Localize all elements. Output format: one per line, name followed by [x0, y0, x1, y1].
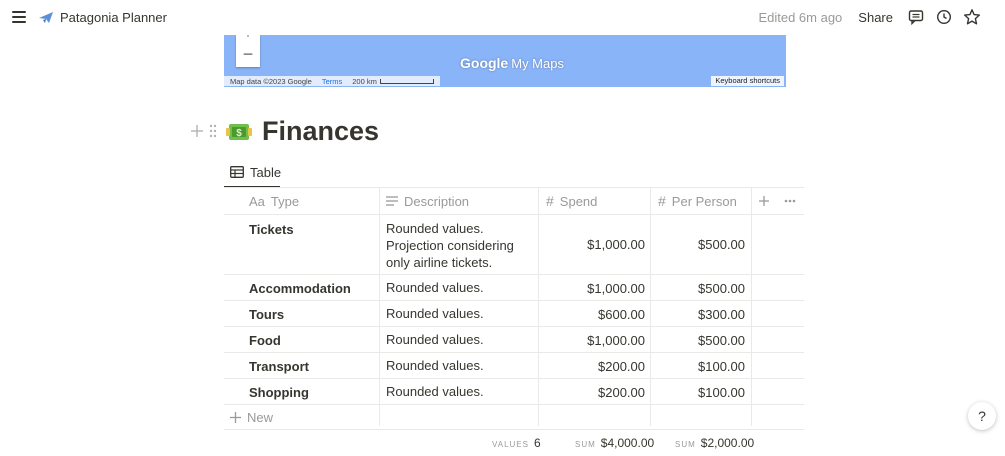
- cell-description[interactable]: Rounded values.: [386, 331, 531, 348]
- embedded-map[interactable]: + − Google My Maps Map data ©2023 Google…: [224, 35, 786, 87]
- breadcrumb[interactable]: Patagonia Planner: [38, 8, 167, 26]
- page-name: Patagonia Planner: [60, 9, 167, 25]
- zoom-in-icon[interactable]: +: [236, 35, 260, 41]
- cell-spend[interactable]: $1,000.00: [539, 333, 645, 348]
- add-property-icon[interactable]: [759, 188, 769, 214]
- cell-description[interactable]: Rounded values.: [386, 383, 531, 400]
- cell-spend[interactable]: $1,000.00: [539, 237, 645, 252]
- calc-per-person-sum[interactable]: SUM $2,000.00: [675, 436, 754, 450]
- cell-type[interactable]: Food: [249, 333, 281, 348]
- new-row-button[interactable]: New: [224, 405, 804, 430]
- text-lines-icon: [386, 196, 398, 206]
- keyboard-shortcuts-link[interactable]: Keyboard shortcuts: [711, 76, 784, 86]
- cell-per-person[interactable]: $500.00: [651, 237, 745, 252]
- page-heading: $ Finances: [226, 116, 379, 147]
- cell-spend[interactable]: $200.00: [539, 359, 645, 374]
- table-row[interactable]: Tickets Rounded values. Projection consi…: [224, 215, 804, 275]
- topbar-tools: Edited 6m ago Share: [758, 0, 1005, 34]
- text-type-icon: Aa: [249, 193, 265, 209]
- cell-description[interactable]: Rounded values.: [386, 279, 531, 296]
- cell-type[interactable]: Transport: [249, 359, 309, 374]
- view-tabs: Table: [224, 160, 287, 188]
- google-my-maps-logo: Google My Maps: [460, 55, 564, 71]
- cell-type[interactable]: Tickets: [249, 222, 294, 237]
- cell-type[interactable]: Tours: [249, 307, 284, 322]
- column-header-per-person[interactable]: # Per Person: [658, 188, 737, 214]
- number-hash-icon: #: [546, 193, 554, 209]
- share-button[interactable]: Share: [858, 10, 893, 25]
- drag-handle-icon[interactable]: [209, 124, 217, 138]
- cell-description[interactable]: Rounded values.: [386, 357, 531, 374]
- tab-label: Table: [250, 164, 282, 180]
- cell-per-person[interactable]: $100.00: [651, 359, 745, 374]
- table-row[interactable]: Food Rounded values. $1,000.00 $500.00: [224, 327, 804, 353]
- cell-per-person[interactable]: $500.00: [651, 333, 745, 348]
- history-clock-icon[interactable]: [933, 6, 955, 28]
- new-row-label: New: [247, 409, 274, 425]
- page-title[interactable]: Finances: [262, 116, 379, 147]
- cell-spend[interactable]: $1,000.00: [539, 281, 645, 296]
- money-with-wings-icon: $: [226, 123, 252, 140]
- map-data-credit: Map data ©2023 Google: [230, 76, 312, 86]
- cell-per-person[interactable]: $100.00: [651, 385, 745, 400]
- column-header-description[interactable]: Description: [386, 188, 469, 214]
- map-scale: 200 km: [352, 77, 434, 86]
- help-button[interactable]: ?: [968, 402, 996, 430]
- svg-text:$: $: [236, 128, 242, 139]
- tab-table[interactable]: Table: [224, 160, 287, 184]
- calc-spend-sum[interactable]: SUM $4,000.00: [575, 436, 654, 450]
- table-icon: [230, 166, 244, 178]
- calculation-row: VALUES 6 SUM $4,000.00 SUM $2,000.00: [224, 430, 804, 456]
- comments-icon[interactable]: [905, 6, 927, 28]
- airplane-icon: [39, 12, 53, 23]
- table-header: Aa Type Description # Spend # Per Person: [224, 187, 804, 215]
- edited-status: Edited 6m ago: [758, 9, 843, 25]
- map-zoom-controls: + −: [236, 35, 260, 67]
- plus-icon: [230, 411, 241, 423]
- finances-table: Aa Type Description # Spend # Per Person…: [224, 187, 804, 456]
- add-block-icon[interactable]: [191, 124, 203, 138]
- column-divider: [379, 187, 380, 426]
- column-divider: [751, 187, 752, 426]
- cell-spend[interactable]: $600.00: [539, 307, 645, 322]
- column-divider: [650, 187, 651, 426]
- cell-description[interactable]: Rounded values. Projection considering o…: [386, 220, 531, 271]
- menu-icon[interactable]: [9, 7, 29, 27]
- zoom-out-icon[interactable]: −: [236, 45, 260, 63]
- cell-type[interactable]: Accommodation: [249, 281, 351, 296]
- table-row[interactable]: Accommodation Rounded values. $1,000.00 …: [224, 275, 804, 301]
- column-divider: [538, 187, 539, 426]
- favorite-star-icon[interactable]: [961, 6, 983, 28]
- calc-values-count[interactable]: VALUES 6: [492, 436, 541, 450]
- column-header-spend[interactable]: # Spend: [546, 188, 597, 214]
- cell-description[interactable]: Rounded values.: [386, 305, 531, 322]
- table-row[interactable]: Shopping Rounded values. $200.00 $100.00: [224, 379, 804, 405]
- column-header-type[interactable]: Aa Type: [249, 188, 299, 214]
- number-hash-icon: #: [658, 193, 666, 209]
- map-attribution: Map data ©2023 Google Terms 200 km: [224, 76, 440, 86]
- block-handles: [191, 124, 217, 138]
- cell-per-person[interactable]: $500.00: [651, 281, 745, 296]
- cell-spend[interactable]: $200.00: [539, 385, 645, 400]
- table-row[interactable]: Tours Rounded values. $600.00 $300.00: [224, 301, 804, 327]
- more-options-icon[interactable]: [784, 188, 796, 214]
- map-terms-link[interactable]: Terms: [322, 77, 342, 86]
- top-bar: Patagonia Planner Edited 6m ago Share: [0, 0, 1005, 34]
- table-row[interactable]: Transport Rounded values. $200.00 $100.0…: [224, 353, 804, 379]
- cell-type[interactable]: Shopping: [249, 385, 309, 400]
- cell-per-person[interactable]: $300.00: [651, 307, 745, 322]
